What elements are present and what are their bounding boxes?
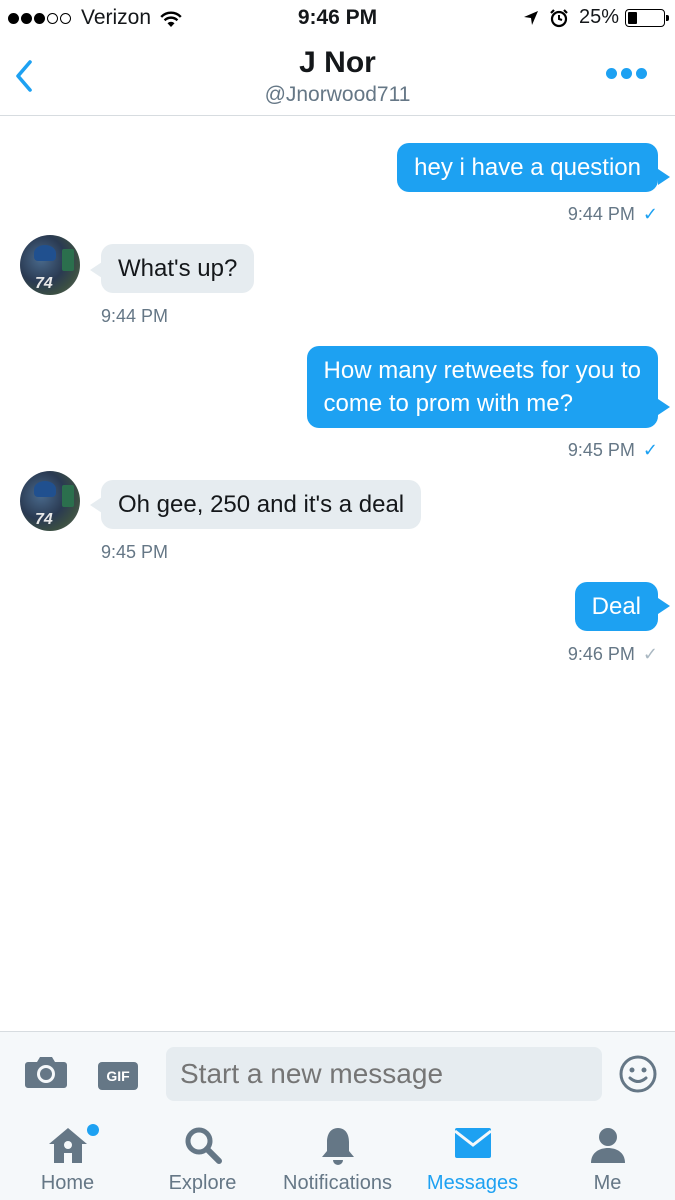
- gif-button[interactable]: GIF: [98, 1062, 138, 1090]
- message-thread: hey i have a question 9:44 PM ✓ 74 What'…: [0, 117, 675, 1032]
- battery-icon: [625, 8, 669, 27]
- person-icon: [590, 1128, 625, 1163]
- read-check-icon: ✓: [642, 440, 658, 460]
- contact-handle: @Jnorwood711: [264, 83, 411, 106]
- avatar[interactable]: 74: [20, 235, 80, 295]
- tab-label: Me: [593, 1172, 622, 1194]
- bubble-tail: [658, 598, 670, 614]
- envelope-icon: [453, 1128, 492, 1158]
- incoming-message-bubble[interactable]: Oh gee, 250 and it's a deal: [101, 480, 422, 529]
- bottom-tab-bar: Home Explore Notifications Messages Me: [0, 1117, 675, 1200]
- message-input[interactable]: [166, 1047, 602, 1101]
- message-timestamp: 9:44 PM ✓: [568, 204, 658, 225]
- message-text: What's up?: [118, 255, 238, 282]
- sent-check-icon: ✓: [642, 644, 658, 664]
- timestamp-text: 9:45 PM: [101, 542, 169, 562]
- bubble-tail: [658, 169, 670, 185]
- message-timestamp: 9:45 PM: [101, 542, 168, 563]
- status-right: 25%: [523, 6, 669, 29]
- avatar-number: 74: [35, 275, 53, 292]
- tab-notifications[interactable]: Notifications: [270, 1117, 405, 1200]
- more-options-icon[interactable]: [602, 68, 647, 79]
- alarm-clock-icon: [550, 8, 568, 27]
- outgoing-message-bubble[interactable]: How many retweets for you to come to pro…: [306, 346, 658, 428]
- message-text: Oh gee, 250 and it's a deal: [118, 491, 405, 518]
- tab-home[interactable]: Home: [0, 1117, 135, 1200]
- message-text: Deal: [591, 593, 641, 620]
- tab-label: Explore: [168, 1172, 237, 1194]
- tab-label: Home: [40, 1172, 95, 1194]
- outgoing-message-bubble[interactable]: hey i have a question: [397, 143, 658, 192]
- tab-explore[interactable]: Explore: [135, 1117, 270, 1200]
- timestamp-text: 9:45 PM: [567, 440, 635, 460]
- avatar-number: 74: [35, 511, 53, 528]
- message-composer: GIF: [0, 1031, 675, 1117]
- read-check-icon: ✓: [642, 204, 658, 224]
- timestamp-text: 9:44 PM: [567, 204, 635, 224]
- message-text-line: How many retweets for you to: [323, 357, 641, 384]
- status-bar: Verizon 9:46 PM 25%: [0, 0, 675, 38]
- incoming-message-bubble[interactable]: What's up?: [101, 244, 255, 293]
- search-icon: [185, 1127, 222, 1164]
- tab-label: Notifications: [283, 1172, 392, 1194]
- location-arrow-icon: [523, 10, 538, 25]
- battery-level: [628, 11, 637, 24]
- timestamp-text: 9:46 PM: [567, 644, 635, 664]
- home-icon: [48, 1128, 87, 1163]
- message-text-line: come to prom with me?: [323, 390, 573, 417]
- timestamp-text: 9:44 PM: [101, 306, 169, 326]
- conversation-header: J Nor @Jnorwood711: [0, 38, 675, 116]
- tab-messages[interactable]: Messages: [405, 1117, 540, 1200]
- camera-icon[interactable]: [24, 1054, 68, 1090]
- message-text: hey i have a question: [414, 154, 641, 181]
- message-timestamp: 9:45 PM ✓: [568, 440, 658, 461]
- battery-percent: 25%: [578, 6, 619, 28]
- outgoing-message-bubble[interactable]: Deal: [574, 582, 658, 631]
- tab-me[interactable]: Me: [540, 1117, 675, 1200]
- message-timestamp: 9:44 PM: [101, 306, 168, 327]
- notification-dot: [87, 1124, 99, 1136]
- bell-icon: [321, 1128, 354, 1165]
- tab-label: Messages: [426, 1172, 519, 1194]
- emoji-icon[interactable]: [618, 1054, 658, 1094]
- avatar[interactable]: 74: [20, 471, 80, 531]
- bubble-tail: [658, 399, 670, 415]
- message-timestamp: 9:46 PM ✓: [568, 644, 658, 665]
- contact-name: J Nor: [299, 46, 376, 79]
